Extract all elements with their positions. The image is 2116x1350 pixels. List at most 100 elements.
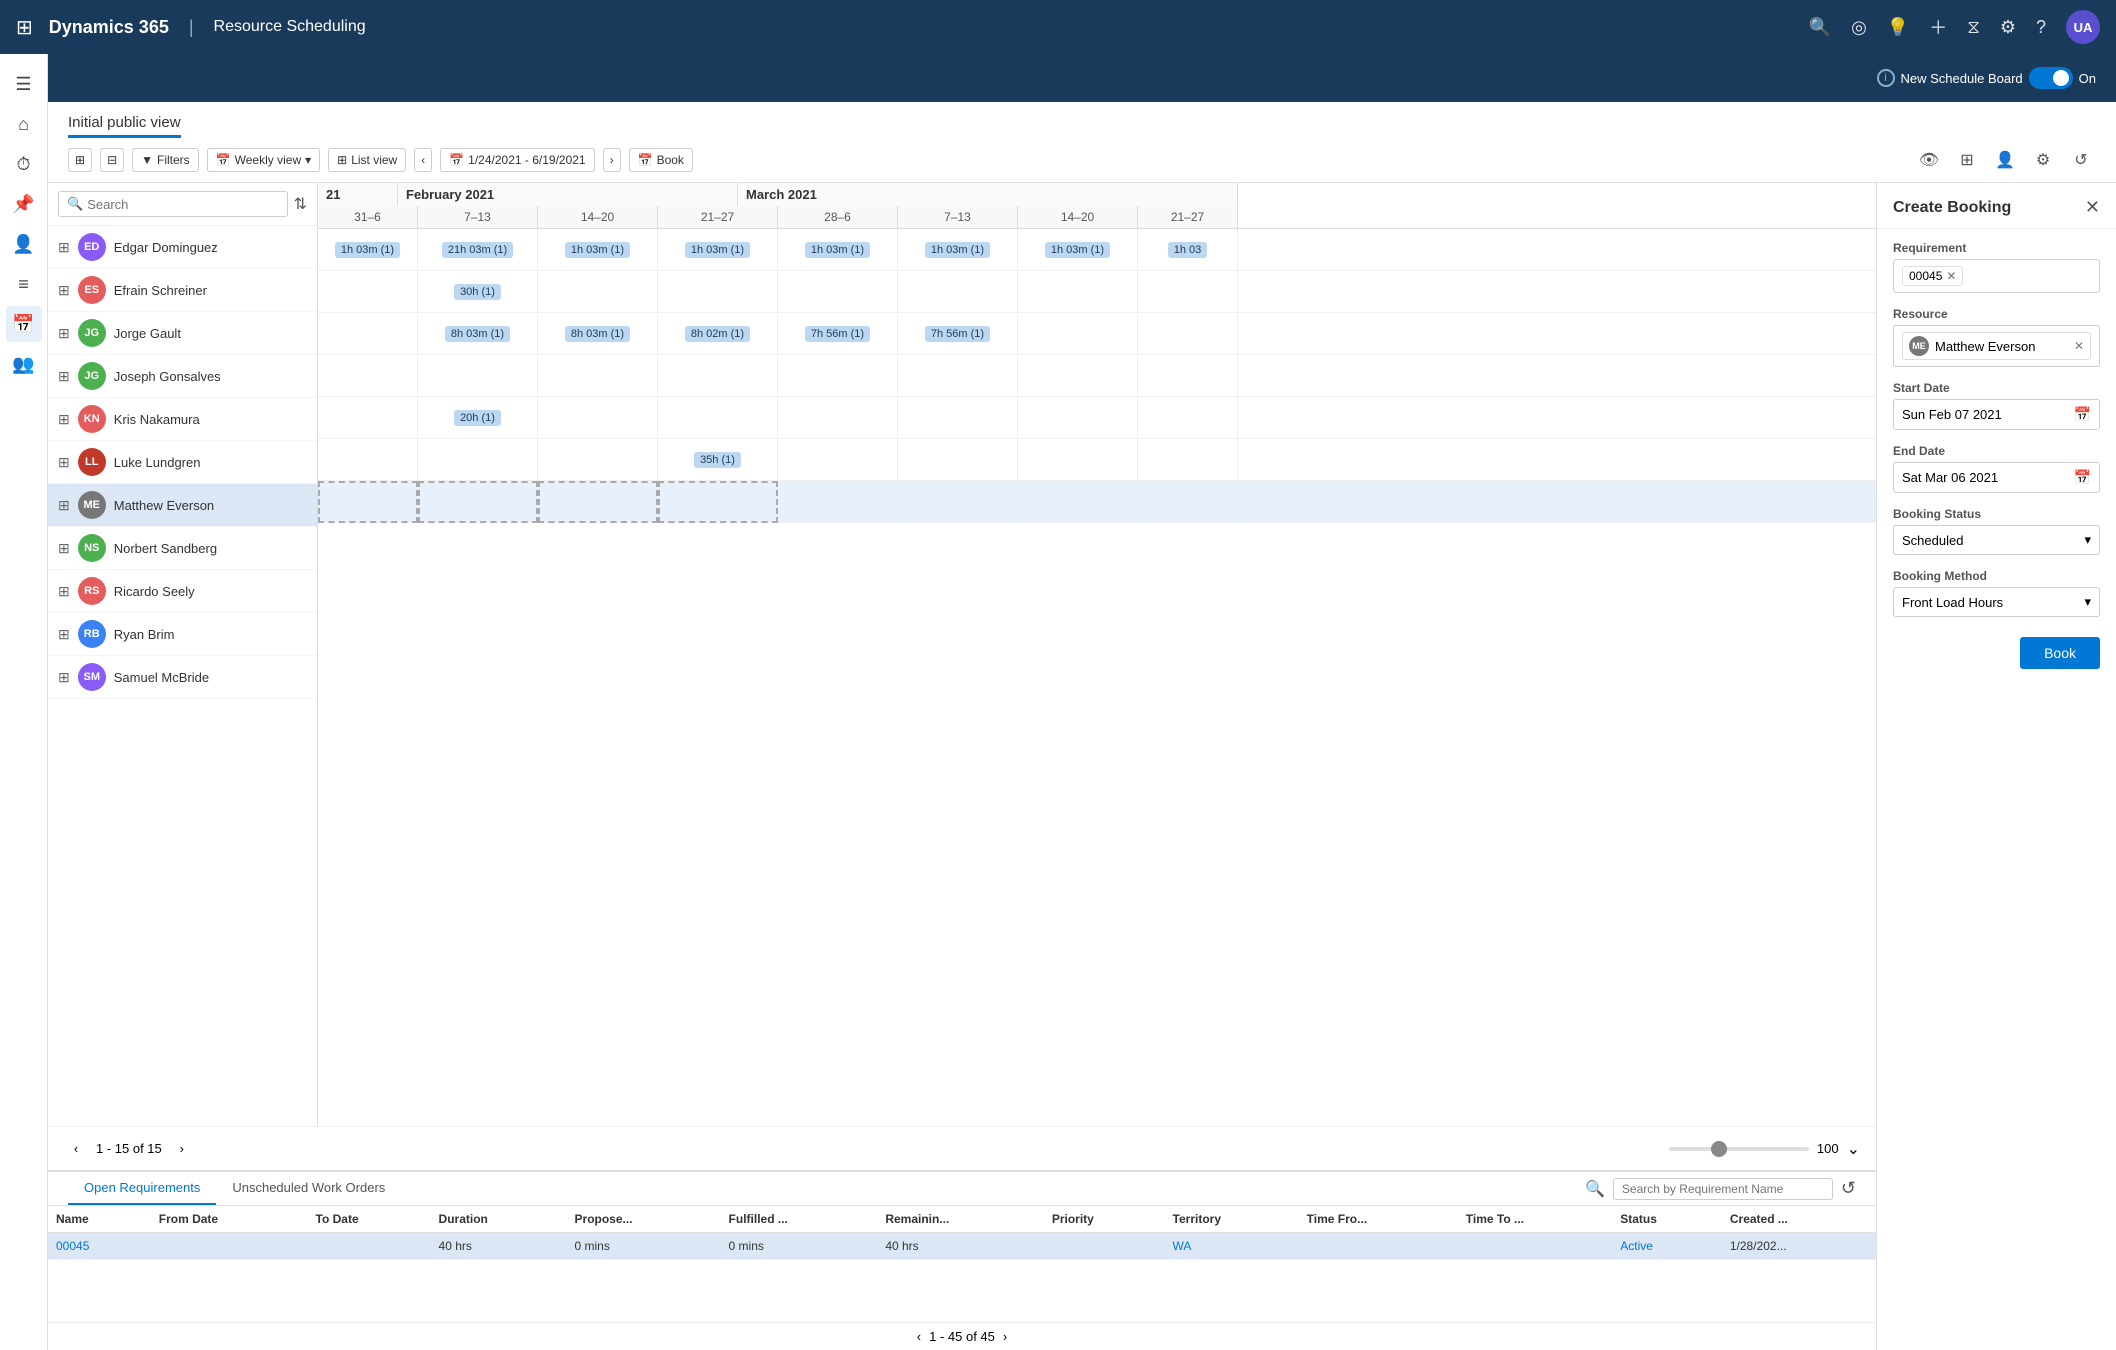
- sidebar-calendar-icon[interactable]: 📅: [6, 306, 42, 342]
- user-avatar[interactable]: UA: [2066, 10, 2100, 44]
- col-from-date[interactable]: From Date: [151, 1206, 308, 1233]
- search-icon[interactable]: 🔍: [1809, 17, 1831, 38]
- col-time-to[interactable]: Time To ...: [1458, 1206, 1612, 1233]
- calendar-icon[interactable]: 📅: [2074, 469, 2091, 486]
- person-icon[interactable]: 👤: [1990, 146, 2020, 174]
- col-priority[interactable]: Priority: [1044, 1206, 1165, 1233]
- chevron-down-icon[interactable]: ⌄: [1847, 1139, 1860, 1159]
- expand-icon[interactable]: ⊞: [58, 626, 70, 643]
- sidebar-recent-icon[interactable]: ⏱: [6, 146, 42, 182]
- requirement-link[interactable]: 00045: [56, 1239, 89, 1253]
- filters-button[interactable]: ▼ Filters: [132, 148, 199, 172]
- expand-icon[interactable]: ⊞: [58, 239, 70, 256]
- cal-row: 35h (1): [318, 439, 1876, 481]
- book-button[interactable]: 📅 Book: [629, 148, 693, 172]
- info-icon[interactable]: i: [1877, 69, 1895, 87]
- sort-icon[interactable]: ⇅: [294, 194, 307, 214]
- col-to-date[interactable]: To Date: [308, 1206, 431, 1233]
- sidebar-people-icon[interactable]: 👤: [6, 226, 42, 262]
- book-button[interactable]: Book: [2020, 637, 2100, 669]
- col-time-from[interactable]: Time Fro...: [1299, 1206, 1458, 1233]
- prev-page-button[interactable]: ‹: [64, 1137, 88, 1161]
- expand-icon[interactable]: ⊞: [58, 583, 70, 600]
- booking-chip: 1h 03m (1): [805, 242, 870, 258]
- sidebar-contacts-icon[interactable]: 👥: [6, 346, 42, 382]
- expand-all-button[interactable]: ⊞: [68, 148, 92, 172]
- resource-item[interactable]: ⊞ LL Luke Lundgren: [48, 441, 317, 484]
- weekly-view-button[interactable]: 📅 Weekly view ▾: [207, 148, 320, 172]
- col-remaining[interactable]: Remainin...: [877, 1206, 1044, 1233]
- expand-icon[interactable]: ⊞: [58, 325, 70, 342]
- zoom-thumb[interactable]: [1711, 1141, 1727, 1157]
- resource-item[interactable]: ⊞ ED Edgar Dominguez: [48, 226, 317, 269]
- gear-icon[interactable]: ⚙: [2028, 146, 2058, 174]
- col-created[interactable]: Created ...: [1722, 1206, 1876, 1233]
- col-name[interactable]: Name: [48, 1206, 151, 1233]
- sidebar-pinned-icon[interactable]: 📌: [6, 186, 42, 222]
- col-proposed[interactable]: Propose...: [567, 1206, 721, 1233]
- col-status[interactable]: Status: [1612, 1206, 1722, 1233]
- territory-link[interactable]: WA: [1173, 1239, 1192, 1253]
- next-page-icon[interactable]: ›: [1003, 1329, 1007, 1344]
- start-date-input[interactable]: Sun Feb 07 2021 📅: [1893, 399, 2100, 430]
- col-duration[interactable]: Duration: [431, 1206, 567, 1233]
- help-icon[interactable]: ?: [2036, 17, 2046, 38]
- resource-item[interactable]: ⊞ ES Efrain Schreiner: [48, 269, 317, 312]
- resource-item[interactable]: ⊞ RS Ricardo Seely: [48, 570, 317, 613]
- sidebar-menu-icon[interactable]: ☰: [6, 66, 42, 102]
- expand-icon[interactable]: ⊞: [58, 411, 70, 428]
- resource-item[interactable]: ⊞ SM Samuel McBride: [48, 656, 317, 699]
- col-territory[interactable]: Territory: [1165, 1206, 1299, 1233]
- resource-search-input[interactable]: [87, 197, 278, 212]
- add-icon[interactable]: ＋: [1929, 14, 1947, 40]
- resource-item[interactable]: ⊞ JG Joseph Gonsalves: [48, 355, 317, 398]
- tab-open-requirements[interactable]: Open Requirements: [68, 1172, 216, 1205]
- sidebar-home-icon[interactable]: ⌂: [6, 106, 42, 142]
- next-page-button[interactable]: ›: [170, 1137, 194, 1161]
- booking-status-select[interactable]: Scheduled ▾: [1893, 525, 2100, 555]
- resource-search-box[interactable]: 🔍: [58, 191, 288, 217]
- resource-item[interactable]: ⊞ JG Jorge Gault: [48, 312, 317, 355]
- expand-icon[interactable]: ⊞: [58, 454, 70, 471]
- date-range-button[interactable]: 📅 1/24/2021 - 6/19/2021: [440, 148, 594, 172]
- requirement-tag-close[interactable]: ✕: [1946, 269, 1956, 283]
- close-button[interactable]: ✕: [2085, 197, 2100, 218]
- end-date-input[interactable]: Sat Mar 06 2021 📅: [1893, 462, 2100, 493]
- resource-tag-close[interactable]: ✕: [2074, 339, 2084, 353]
- avatar: JG: [78, 319, 106, 347]
- resource-item-matthew[interactable]: ⊞ ME Matthew Everson: [48, 484, 317, 527]
- lightbulb-icon[interactable]: 💡: [1887, 17, 1909, 38]
- requirement-search-input[interactable]: [1622, 1182, 1824, 1196]
- circle-icon[interactable]: ◎: [1851, 17, 1867, 38]
- col-fulfilled[interactable]: Fulfilled ...: [721, 1206, 878, 1233]
- list-view-button[interactable]: ⊞ List view: [328, 148, 406, 172]
- next-date-button[interactable]: ›: [603, 148, 621, 172]
- expand-icon[interactable]: ⊞: [58, 669, 70, 686]
- columns-icon[interactable]: ⊞: [1952, 146, 1982, 174]
- filter-icon[interactable]: ⧖: [1967, 17, 1980, 38]
- expand-icon[interactable]: ⊞: [58, 282, 70, 299]
- booking-method-select[interactable]: Front Load Hours ▾: [1893, 587, 2100, 617]
- expand-icon[interactable]: ⊞: [58, 368, 70, 385]
- sidebar-list-icon[interactable]: ≡: [6, 266, 42, 302]
- prev-date-button[interactable]: ‹: [414, 148, 432, 172]
- status-link[interactable]: Active: [1620, 1239, 1653, 1253]
- expand-icon[interactable]: ⊞: [58, 497, 70, 514]
- prev-page-icon[interactable]: ‹: [917, 1329, 921, 1344]
- zoom-track[interactable]: [1669, 1147, 1809, 1151]
- resource-item[interactable]: ⊞ KN Kris Nakamura: [48, 398, 317, 441]
- eye-icon[interactable]: 👁: [1914, 146, 1944, 174]
- expand-icon[interactable]: ⊞: [58, 540, 70, 557]
- resource-item[interactable]: ⊞ NS Norbert Sandberg: [48, 527, 317, 570]
- refresh-icon[interactable]: ↺: [1841, 1178, 1856, 1199]
- refresh-icon[interactable]: ↺: [2066, 146, 2096, 174]
- calendar-icon[interactable]: 📅: [2074, 406, 2091, 423]
- table-row[interactable]: 00045 40 hrs 0 mins 0 mins 40 hrs WA: [48, 1233, 1876, 1260]
- tab-unscheduled-work-orders[interactable]: Unscheduled Work Orders: [216, 1172, 401, 1205]
- collapse-all-button[interactable]: ⊟: [100, 148, 124, 172]
- settings-icon[interactable]: ⚙: [2000, 17, 2016, 38]
- resource-item[interactable]: ⊞ RB Ryan Brim: [48, 613, 317, 656]
- new-schedule-board-toggle[interactable]: [2029, 67, 2073, 89]
- grid-icon[interactable]: ⊞: [16, 15, 33, 40]
- requirement-search-box[interactable]: [1613, 1178, 1833, 1200]
